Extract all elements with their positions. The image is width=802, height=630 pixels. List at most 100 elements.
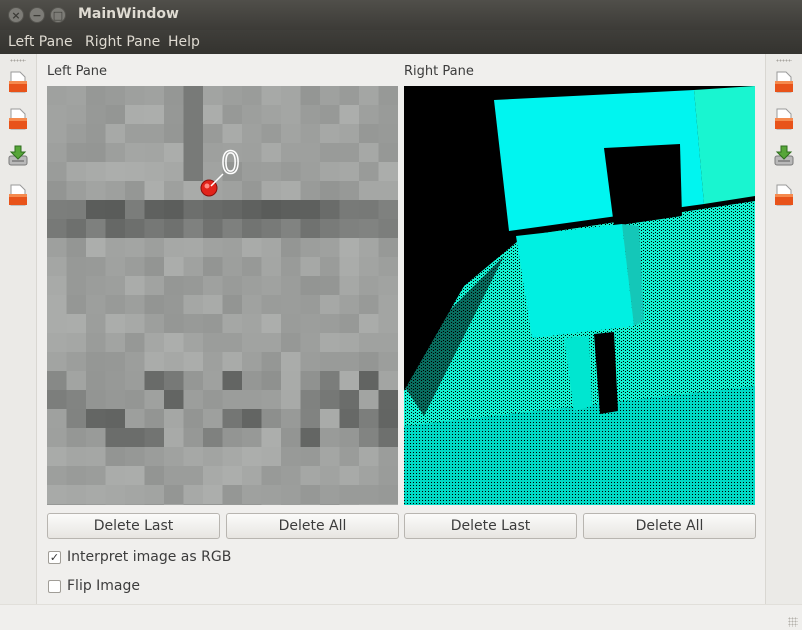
image-pixel [320, 219, 340, 239]
image-pixel [86, 295, 106, 315]
resize-grip[interactable] [788, 617, 798, 627]
image-pixel [203, 371, 223, 391]
flip-image-checkbox[interactable] [48, 580, 61, 593]
right-delete-all-button[interactable]: Delete All [583, 513, 756, 539]
open-file-icon[interactable] [773, 107, 795, 131]
close-window-button[interactable]: × [8, 7, 24, 23]
image-pixel [105, 333, 126, 353]
image-pixel [281, 485, 301, 505]
image-pixel [359, 86, 379, 106]
open-file-icon[interactable] [7, 70, 29, 94]
menu-help[interactable]: Help [168, 34, 200, 50]
image-pixel [300, 181, 321, 201]
menu-left-pane[interactable]: Left Pane [8, 34, 73, 50]
image-pixel [183, 295, 204, 315]
image-pixel [339, 86, 360, 106]
left-delete-all-button[interactable]: Delete All [226, 513, 399, 539]
image-pixel [320, 390, 340, 410]
image-pixel [359, 504, 379, 505]
minimize-window-button[interactable]: − [29, 7, 45, 23]
image-pixel [47, 257, 67, 277]
image-pixel [281, 504, 301, 505]
left-image-canvas[interactable]: 0 [47, 86, 398, 505]
image-pixel [320, 466, 340, 486]
image-pixel [242, 219, 262, 239]
image-pixel [300, 238, 321, 258]
image-pixel [242, 314, 262, 334]
window-title: MainWindow [78, 6, 179, 22]
image-pixel [242, 86, 262, 106]
image-pixel [125, 447, 145, 467]
save-download-icon[interactable] [773, 144, 795, 168]
open-file-icon[interactable] [7, 107, 29, 131]
open-file-icon[interactable] [773, 183, 795, 207]
image-pixel [144, 371, 165, 391]
image-pixel [281, 238, 301, 258]
image-pixel [281, 371, 301, 391]
image-pixel [261, 200, 282, 220]
image-pixel [47, 390, 67, 410]
image-pixel [183, 105, 204, 125]
right-delete-last-button[interactable]: Delete Last [404, 513, 577, 539]
open-file-icon[interactable] [7, 183, 29, 207]
maximize-window-button[interactable]: □ [50, 7, 66, 23]
image-pixel [320, 162, 340, 182]
image-pixel [281, 124, 301, 144]
image-pixel [281, 200, 301, 220]
toolbar-grip[interactable] [10, 59, 26, 62]
image-pixel [320, 485, 340, 505]
image-pixel [125, 428, 145, 448]
image-pixel [300, 466, 321, 486]
image-pixel [144, 447, 165, 467]
image-pixel [183, 428, 204, 448]
open-file-icon[interactable] [773, 70, 795, 94]
image-pixel [281, 143, 301, 163]
image-pixel [359, 124, 379, 144]
image-pixel [144, 390, 165, 410]
image-pixel [378, 295, 398, 315]
interpret-rgb-checkbox[interactable]: ✓ [48, 551, 61, 564]
image-pixel [261, 409, 282, 429]
flip-image-label[interactable]: Flip Image [67, 578, 140, 594]
marker-label: 0 [221, 146, 240, 181]
interpret-rgb-label[interactable]: Interpret image as RGB [67, 549, 231, 565]
toolbar-grip[interactable] [776, 59, 792, 62]
image-pixel [66, 181, 87, 201]
image-pixel [222, 105, 243, 125]
image-pixel [125, 105, 145, 125]
image-pixel [47, 105, 67, 125]
image-pixel [144, 314, 165, 334]
right-image-canvas[interactable] [404, 86, 755, 505]
image-pixel [125, 314, 145, 334]
image-pixel [281, 162, 301, 182]
image-pixel [144, 200, 165, 220]
image-pixel [300, 105, 321, 125]
menu-right-pane[interactable]: Right Pane [85, 34, 160, 50]
image-pixel [242, 428, 262, 448]
image-pixel [242, 352, 262, 372]
menu-bar: Left Pane Right Pane Help [0, 30, 802, 54]
right-toolbar [765, 54, 802, 604]
image-pixel [242, 447, 262, 467]
image-pixel [183, 504, 204, 505]
image-pixel [339, 257, 360, 277]
image-pixel [125, 86, 145, 106]
image-pixel [47, 314, 67, 334]
image-pixel [359, 238, 379, 258]
image-pixel [339, 428, 360, 448]
left-delete-last-button[interactable]: Delete Last [47, 513, 220, 539]
image-pixel [359, 219, 379, 239]
image-pixel [144, 504, 165, 505]
image-pixel [183, 143, 204, 163]
image-pixel [47, 181, 67, 201]
status-bar [0, 604, 802, 630]
image-pixel [66, 447, 87, 467]
image-pixel [125, 333, 145, 353]
image-pixel [183, 333, 204, 353]
image-pixel [183, 485, 204, 505]
image-pixel [183, 219, 204, 239]
save-download-icon[interactable] [7, 144, 29, 168]
image-pixel [183, 352, 204, 372]
image-pixel [47, 124, 67, 144]
image-pixel [378, 105, 398, 125]
